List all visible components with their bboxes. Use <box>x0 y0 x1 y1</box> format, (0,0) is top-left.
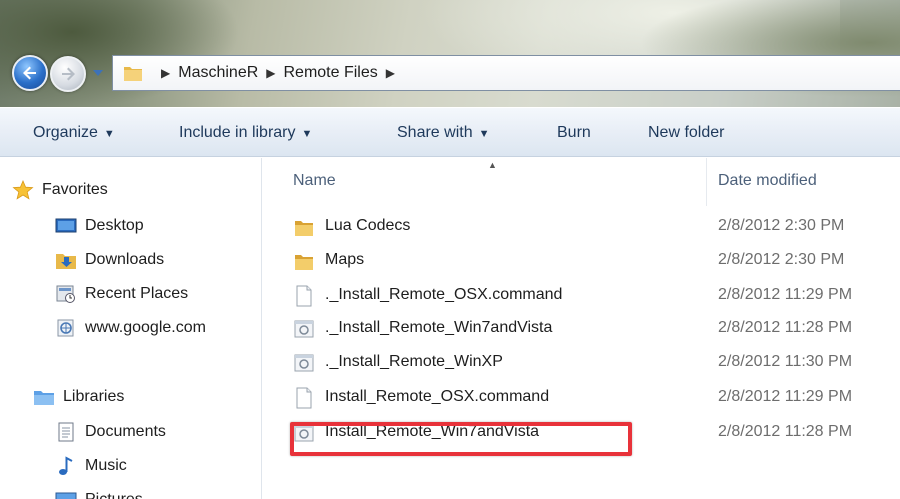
downloads-folder-icon <box>55 250 77 270</box>
file-date: 2/8/2012 11:30 PM <box>718 353 853 370</box>
chevron-down-icon: ▼ <box>301 128 313 140</box>
column-header-name[interactable]: Name <box>293 172 336 190</box>
pictures-icon <box>55 490 77 499</box>
file-name: Maps <box>325 251 365 268</box>
nav-item-label: www.google.com <box>85 319 206 336</box>
nav-item-label: Pictures <box>85 491 143 499</box>
file-date: 2/8/2012 11:28 PM <box>718 319 853 336</box>
chevron-down-icon: ▼ <box>478 128 490 140</box>
file-date: 2/8/2012 2:30 PM <box>718 217 845 234</box>
nav-favorites[interactable]: Favorites <box>12 180 108 200</box>
burn-button[interactable]: Burn <box>557 124 591 142</box>
window-titlebar: ▶ MaschineR ▶ Remote Files ▶ <box>0 0 900 107</box>
sort-ascending-icon: ▲ <box>488 160 497 170</box>
nav-item-label: Downloads <box>85 251 165 268</box>
nav-item-label: Documents <box>85 423 166 440</box>
file-name: ._Install_Remote_Win7andVista <box>325 319 553 336</box>
folder-icon <box>295 255 313 270</box>
file-date: 2/8/2012 11:29 PM <box>718 388 853 405</box>
file-row[interactable]: Maps 2/8/2012 2:30 PM <box>263 245 900 277</box>
executable-icon <box>294 320 314 338</box>
nav-item-downloads[interactable]: Downloads <box>55 250 164 270</box>
breadcrumb-separator[interactable]: ▶ <box>266 66 275 80</box>
nav-favorites-label: Favorites <box>42 181 108 198</box>
organize-label: Organize <box>33 124 98 141</box>
file-name: Lua Codecs <box>325 217 411 234</box>
nav-item-label: Desktop <box>85 217 144 234</box>
desktop-icon <box>55 216 77 236</box>
libraries-icon <box>33 387 55 407</box>
back-button[interactable] <box>12 55 48 91</box>
highlight-annotation-box <box>290 422 632 456</box>
column-divider[interactable] <box>706 158 707 206</box>
file-name: ._Install_Remote_OSX.command <box>325 286 563 303</box>
share-with-menu[interactable]: Share with ▼ <box>397 124 489 142</box>
nav-item-documents[interactable]: Documents <box>55 422 166 442</box>
nav-libraries-label: Libraries <box>63 388 125 405</box>
file-row[interactable]: Install_Remote_OSX.command 2/8/2012 11:2… <box>263 382 900 414</box>
nav-libraries[interactable]: Libraries <box>33 387 124 407</box>
file-icon <box>296 285 312 307</box>
nav-item-label: Recent Places <box>85 285 189 302</box>
navigation-pane: Favorites Desktop Downloads Recent Place… <box>0 158 262 499</box>
burn-label: Burn <box>557 124 591 141</box>
new-folder-label: New folder <box>648 124 725 141</box>
file-row[interactable]: ._Install_Remote_OSX.command 2/8/2012 11… <box>263 280 900 312</box>
command-bar: Organize ▼ Include in library ▼ Share with… <box>0 107 900 157</box>
file-name: Install_Remote_OSX.command <box>325 388 550 405</box>
file-icon <box>296 387 312 409</box>
new-folder-button[interactable]: New folder <box>648 124 724 142</box>
file-row[interactable]: ._Install_Remote_WinXP 2/8/2012 11:30 PM <box>263 347 900 379</box>
back-arrow-icon <box>23 66 36 80</box>
nav-item-desktop[interactable]: Desktop <box>55 216 144 236</box>
share-with-label: Share with <box>397 124 473 141</box>
folder-icon <box>295 221 313 236</box>
forward-button[interactable] <box>50 56 86 92</box>
nav-item-label: Music <box>85 457 127 474</box>
star-icon <box>12 180 34 200</box>
breadcrumb-separator[interactable]: ▶ <box>386 66 395 80</box>
file-name: ._Install_Remote_WinXP <box>325 353 503 370</box>
column-header-date-modified[interactable]: Date modified <box>718 172 817 190</box>
breadcrumb-item[interactable]: MaschineR <box>178 64 258 82</box>
nav-item-pictures[interactable]: Pictures <box>55 490 143 499</box>
recent-places-icon <box>55 284 77 304</box>
chevron-down-icon: ▼ <box>103 128 115 140</box>
documents-icon <box>55 422 77 442</box>
address-bar[interactable]: ▶ MaschineR ▶ Remote Files ▶ <box>112 55 900 91</box>
recent-pages-dropdown[interactable] <box>91 67 105 79</box>
nav-item-recent-places[interactable]: Recent Places <box>55 284 188 304</box>
organize-menu[interactable]: Organize ▼ <box>33 124 115 142</box>
folder-icon <box>124 67 142 81</box>
web-link-icon <box>55 318 77 338</box>
file-date: 2/8/2012 11:29 PM <box>718 286 853 303</box>
breadcrumb-separator[interactable]: ▶ <box>161 66 170 80</box>
include-in-library-menu[interactable]: Include in library ▼ <box>179 124 312 142</box>
music-note-icon <box>55 456 77 476</box>
forward-arrow-icon <box>62 67 75 81</box>
nav-item-music[interactable]: Music <box>55 456 127 476</box>
include-in-library-label: Include in library <box>179 124 296 141</box>
file-date: 2/8/2012 11:28 PM <box>718 423 853 440</box>
nav-item-google[interactable]: www.google.com <box>55 318 206 338</box>
breadcrumb-item[interactable]: Remote Files <box>284 64 378 82</box>
file-row[interactable]: Lua Codecs 2/8/2012 2:30 PM <box>263 211 900 243</box>
executable-icon <box>294 354 314 372</box>
file-row[interactable]: ._Install_Remote_Win7andVista 2/8/2012 1… <box>263 313 900 345</box>
file-date: 2/8/2012 2:30 PM <box>718 251 845 268</box>
